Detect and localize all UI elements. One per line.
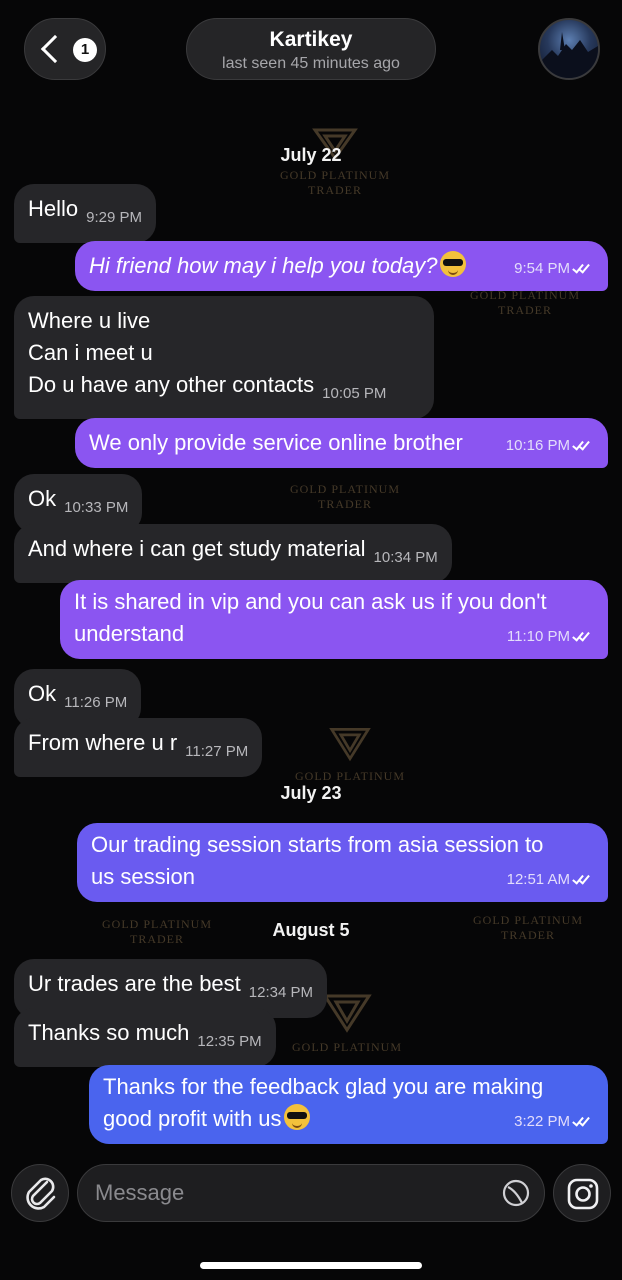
- contact-name: Kartikey: [269, 28, 353, 51]
- message-time: 11:10 PM: [506, 628, 570, 645]
- incoming-message[interactable]: Thanks so much 12:35 PM: [14, 1008, 276, 1067]
- double-check-icon: [572, 629, 594, 642]
- instagram-button[interactable]: [553, 1164, 611, 1222]
- outgoing-message[interactable]: It is shared in vip and you can ask us i…: [60, 580, 608, 659]
- incoming-message[interactable]: From where u r 11:27 PM: [14, 718, 263, 777]
- sticker-icon[interactable]: [502, 1179, 530, 1207]
- message-time: 12:51 AM: [506, 871, 570, 888]
- last-seen-status: last seen 45 minutes ago: [222, 55, 400, 72]
- outgoing-message[interactable]: Our trading session starts from asia ses…: [77, 823, 608, 902]
- chat-title[interactable]: Kartikey last seen 45 minutes ago: [186, 18, 436, 80]
- paperclip-icon: [26, 1177, 56, 1210]
- message-time: 11:26 PM: [64, 694, 128, 711]
- message-placeholder: Message: [95, 1180, 185, 1205]
- message-time: 3:22 PM: [514, 1113, 570, 1130]
- triangle-logo-icon: [322, 994, 372, 1033]
- double-check-icon: [572, 438, 594, 451]
- date-separator: July 22: [280, 145, 342, 165]
- attach-button[interactable]: [11, 1164, 69, 1222]
- message-time: 12:35 PM: [197, 1033, 262, 1050]
- message-time: 9:29 PM: [86, 209, 143, 226]
- triangle-logo-icon: [329, 727, 371, 762]
- outgoing-message[interactable]: Hi friend how may i help you today? 9:54…: [75, 241, 608, 291]
- back-button[interactable]: 1: [24, 18, 106, 80]
- message-time: 10:33 PM: [64, 499, 129, 516]
- double-check-icon: [572, 872, 594, 885]
- incoming-message[interactable]: And where i can get study material 10:34 …: [14, 524, 452, 583]
- message-time: 10:05 PM: [322, 385, 387, 402]
- avatar[interactable]: [538, 18, 600, 80]
- outgoing-message[interactable]: We only provide service online brother 1…: [75, 418, 608, 468]
- message-time: 12:34 PM: [248, 984, 313, 1001]
- message-input[interactable]: Message: [77, 1164, 545, 1222]
- incoming-message[interactable]: Hello 9:29 PM: [14, 184, 157, 243]
- home-indicator[interactable]: [200, 1262, 422, 1269]
- double-check-icon: [572, 1114, 594, 1127]
- sunglasses-emoji-icon: [439, 251, 466, 277]
- watermark-logo: GOLD PLATINUM: [295, 725, 405, 784]
- watermark-logo: GOLD PLATINUM TRADER: [290, 482, 400, 511]
- message-time: 10:34 PM: [373, 549, 438, 566]
- date-separator: August 5: [272, 920, 350, 940]
- unread-count-badge: 1: [73, 38, 97, 62]
- date-separator: July 23: [280, 783, 342, 803]
- avatar-image: [540, 32, 598, 78]
- message-time: 11:27 PM: [185, 743, 249, 760]
- instagram-icon: [567, 1178, 599, 1210]
- outgoing-message[interactable]: Thanks for the feedback glad you are mak…: [89, 1065, 608, 1144]
- incoming-message[interactable]: Where u live Can i meet u Do u have any …: [14, 296, 434, 419]
- sunglasses-emoji-icon: [283, 1104, 310, 1130]
- double-check-icon: [572, 261, 594, 274]
- watermark-logo: GOLD PLATINUM TRADER: [470, 288, 580, 317]
- message-time: 9:54 PM: [514, 260, 570, 277]
- back-chevron-icon: [40, 34, 70, 64]
- message-time: 10:16 PM: [505, 437, 570, 454]
